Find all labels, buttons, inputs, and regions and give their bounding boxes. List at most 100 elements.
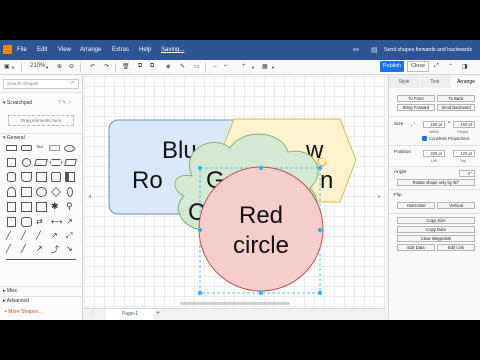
clear-waypoints-button[interactable]: Clear Waypoints xyxy=(397,235,475,242)
scratchpad-drop-area[interactable]: Drag elements here xyxy=(8,115,74,126)
resize-handle-nw[interactable] xyxy=(197,165,203,171)
copy-size-button[interactable]: Copy Size xyxy=(397,217,475,224)
resize-handle-sw[interactable] xyxy=(197,290,203,296)
zoom-in-icon[interactable]: ⊕ xyxy=(57,63,62,70)
to-front-icon[interactable]: ⧉ xyxy=(138,63,142,70)
zoom-level[interactable]: 210% xyxy=(30,63,45,69)
actor-shape[interactable]: ✱ xyxy=(51,201,59,212)
table-icon[interactable]: ▦ xyxy=(262,63,268,70)
horizontal-scrollbar[interactable] xyxy=(180,302,290,305)
line-color-icon[interactable]: ✎ xyxy=(180,63,185,70)
rounded-rectangle-shape[interactable] xyxy=(21,145,32,151)
resize-handle-se[interactable] xyxy=(317,290,323,296)
waypoints-icon[interactable]: ⌐ xyxy=(224,63,228,69)
add-page-icon[interactable]: + xyxy=(156,310,160,317)
chevron-left-icon[interactable]: ◂ xyxy=(88,194,91,200)
trapezoid-shape[interactable] xyxy=(64,159,77,166)
chevron-down-icon[interactable]: ▼ xyxy=(271,65,275,70)
square-shape[interactable] xyxy=(7,158,16,167)
fill-color-icon[interactable]: ◈ xyxy=(166,63,171,70)
flip-vertical-button[interactable]: Vertical xyxy=(437,202,475,209)
delete-icon[interactable]: 🗑 xyxy=(122,63,130,70)
text-shape[interactable]: Text xyxy=(36,144,43,149)
link-edge-shape[interactable]: ↘ xyxy=(66,244,73,253)
dashed-line-shape[interactable]: ╱ xyxy=(21,231,26,240)
menu-extras[interactable]: Extras xyxy=(112,47,129,53)
more-shapes-link[interactable]: + More Shapes... xyxy=(4,309,42,315)
callout-shape[interactable] xyxy=(67,187,73,197)
tape-shape[interactable] xyxy=(21,202,32,212)
search-icon[interactable]: ⌕ xyxy=(71,80,74,87)
process-shape[interactable] xyxy=(65,172,75,182)
tab-text[interactable]: Text xyxy=(420,76,450,88)
cylinder-shape[interactable] xyxy=(7,172,16,182)
send-backward-button[interactable]: Send Backward xyxy=(437,104,475,111)
curved-arrow-shape[interactable]: ↗ xyxy=(66,217,73,226)
chevron-right-icon[interactable]: ▸ xyxy=(378,194,381,200)
link-shape[interactable]: ╱ xyxy=(6,244,11,253)
edit-data-button[interactable]: Edit Data xyxy=(397,244,435,251)
flip-horizontal-button[interactable]: Horizontal xyxy=(397,202,435,209)
copy-data-button[interactable]: Copy Data xyxy=(397,226,475,233)
misc-header[interactable]: ▸ Misc xyxy=(3,288,17,294)
scratchpad-header[interactable]: ▾ Scratchpad xyxy=(3,100,32,106)
data-storage-shape[interactable] xyxy=(36,202,47,212)
curve-shape[interactable]: ╱ xyxy=(21,244,26,253)
dotted-line-shape[interactable]: ╱ xyxy=(36,231,41,240)
connector-icon[interactable]: → xyxy=(212,63,218,69)
document-shape[interactable] xyxy=(21,172,32,182)
diamond-shape[interactable] xyxy=(51,187,61,197)
textbox-shape[interactable] xyxy=(49,145,60,151)
hexagon-shape[interactable] xyxy=(50,159,62,166)
link-icon[interactable]: ⚯ xyxy=(353,46,359,54)
height-input[interactable]: 150 pt xyxy=(453,121,475,128)
fullscreen-icon[interactable]: ⤢ xyxy=(434,63,439,70)
to-front-button[interactable]: To Front xyxy=(397,95,435,102)
chevron-down-icon[interactable]: ▼ xyxy=(11,65,15,70)
card-shape[interactable] xyxy=(21,187,32,197)
resize-handle-n[interactable] xyxy=(258,165,264,171)
chevron-down-icon[interactable]: ▼ xyxy=(45,65,49,70)
diagram-canvas[interactable]: Blu Ro w n G C Red circle ◂ ▸ xyxy=(84,76,386,308)
undo-icon[interactable]: ↶ xyxy=(90,63,95,70)
resize-handle-w[interactable] xyxy=(197,227,203,233)
parallelogram-shape[interactable] xyxy=(34,159,48,166)
menu-view[interactable]: View xyxy=(58,47,71,53)
or-shape[interactable]: ⚲ xyxy=(66,201,73,212)
double-arrow-shape[interactable]: ⟷ xyxy=(51,217,62,226)
zoom-out-icon[interactable]: ⊖ xyxy=(69,63,74,70)
bidirectional-connector-shape[interactable]: ⤢ xyxy=(66,231,72,241)
line-shape[interactable]: ╱ xyxy=(6,231,11,240)
red-circle[interactable] xyxy=(198,166,324,292)
orthogonal-edge-shape[interactable]: ⤴ xyxy=(51,244,59,255)
bring-forward-button[interactable]: Bring Forward xyxy=(397,104,435,111)
cloud-shape[interactable] xyxy=(36,187,47,197)
rectangle-shape[interactable] xyxy=(6,145,17,151)
format-toggle-icon[interactable]: ◨ xyxy=(462,63,468,70)
tab-style[interactable]: Style xyxy=(389,76,419,88)
constrain-proportions-checkbox[interactable] xyxy=(422,136,427,141)
link-proportions-icon[interactable]: ⚭ xyxy=(447,121,451,126)
save-status[interactable]: Saving... xyxy=(161,47,184,53)
to-back-icon[interactable]: ⧉ xyxy=(150,63,154,70)
cube-shape[interactable] xyxy=(51,172,61,182)
advanced-header[interactable]: ▸ Advanced xyxy=(3,298,29,304)
close-button[interactable]: Close xyxy=(407,61,429,72)
width-input[interactable]: 150 pt xyxy=(423,121,445,128)
search-input[interactable]: Search Shapes xyxy=(3,79,79,89)
insert-icon[interactable]: + xyxy=(242,63,246,69)
shadow-icon[interactable]: ▭ xyxy=(194,63,200,70)
scratchpad-actions[interactable]: ? ✎ ✓ xyxy=(58,100,72,106)
redo-icon[interactable]: ↷ xyxy=(104,63,109,70)
collapse-icon[interactable]: ⌃ xyxy=(448,63,453,70)
left-input[interactable]: 206 pt xyxy=(423,150,445,157)
publish-button[interactable]: Publish xyxy=(380,61,404,72)
edge-shape[interactable]: ↗ xyxy=(36,244,43,253)
angle-input[interactable]: 0° xyxy=(459,170,475,177)
menu-help[interactable]: Help xyxy=(139,47,151,53)
menu-file[interactable]: File xyxy=(17,47,27,53)
horizontal-line-shape[interactable] xyxy=(6,259,76,260)
step-shape[interactable] xyxy=(7,202,16,212)
frame-shape[interactable] xyxy=(21,217,32,227)
note-shape[interactable] xyxy=(7,187,16,197)
